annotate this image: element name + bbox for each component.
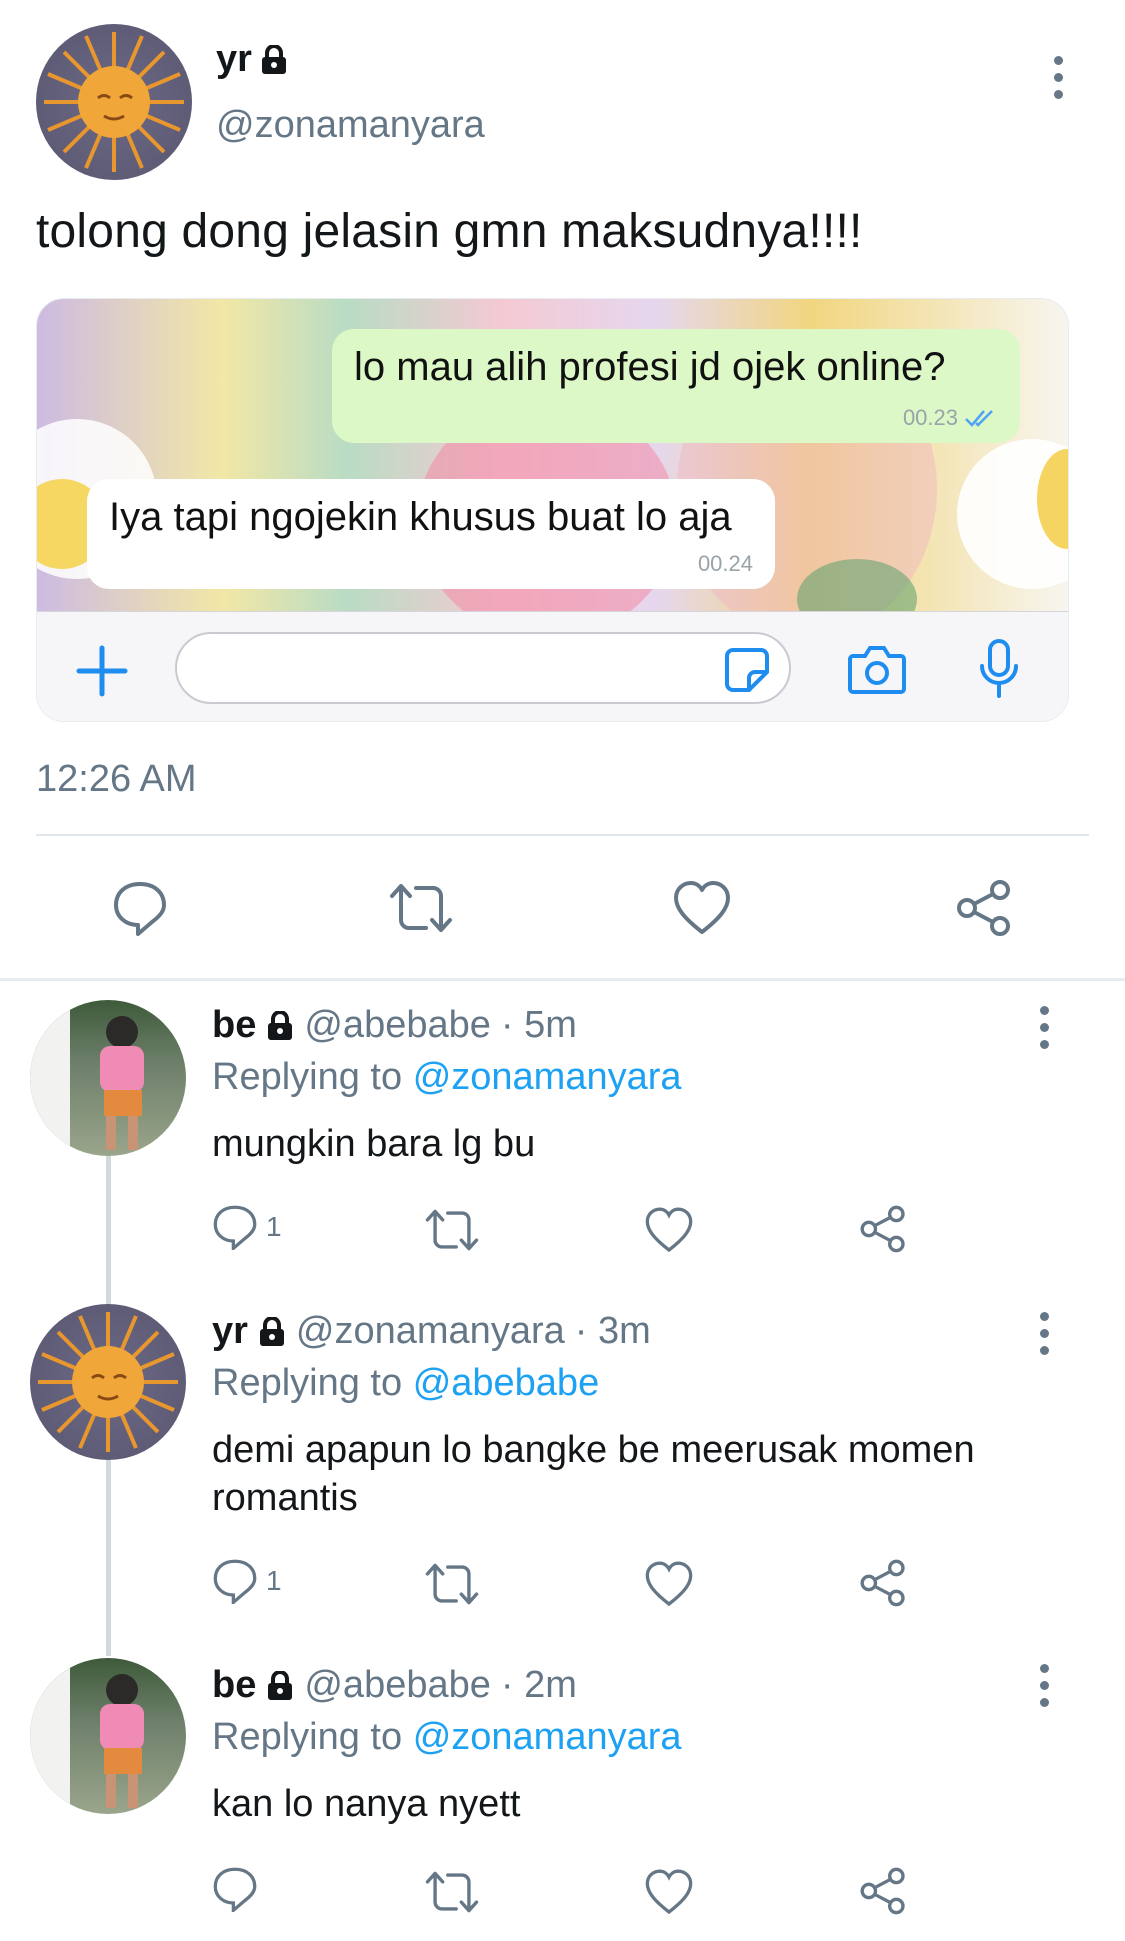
replying-to-label: Replying to [212,1716,403,1758]
reply-author-handle[interactable]: @abebabe [304,1004,491,1047]
timestamp-divider [36,834,1089,836]
share-icon[interactable] [858,1558,908,1608]
author-handle[interactable]: @zonamanyara [216,104,485,147]
share-icon[interactable] [954,878,1014,938]
replying-to-line: Replying to @zonamanyara [212,1716,682,1759]
replying-to-label: Replying to [212,1056,403,1098]
chat-bubble-outgoing: lo mau alih profesi jd ojek online? 00.2… [332,329,1020,443]
like-icon[interactable] [644,1560,694,1608]
reply-time: · 3m [574,1310,651,1352]
reply-author-handle[interactable]: @abebabe [304,1664,491,1707]
lock-icon [261,44,286,74]
author-avatar[interactable] [36,24,192,180]
replying-to-label: Replying to [212,1362,403,1404]
reply-author-name[interactable]: be [212,1664,256,1707]
reply-icon[interactable] [212,1866,258,1912]
retweet-icon[interactable] [424,1870,480,1914]
chat-wallpaper: lo mau alih profesi jd ojek online? 00.2… [37,299,1068,611]
more-options-icon[interactable] [1040,1664,1052,1715]
lock-icon [268,1010,293,1040]
person-photo [30,1000,144,1156]
thread-divider [0,978,1125,981]
reply-action[interactable]: 1 [212,1204,282,1250]
retweet-icon[interactable] [424,1562,480,1606]
chat-bubble-incoming-text: Iya tapi ngojekin khusus buat lo aja [109,495,732,539]
reply-text: kan lo nanya nyett [212,1783,521,1825]
reply-count: 1 [266,1565,282,1596]
more-options-icon[interactable] [1040,1312,1052,1363]
chat-bubble-incoming: Iya tapi ngojekin khusus buat lo aja 00.… [87,479,775,589]
reply-author-name[interactable]: yr [212,1310,248,1353]
author-name-row: yr [216,38,288,81]
reply-header: be @abebabe · 5m [212,1004,577,1047]
tweet-text: tolong dong jelasin gmn maksudnya!!!! [36,205,863,258]
sun-avatar-image [38,1312,178,1452]
reply-author-handle[interactable]: @zonamanyara [296,1310,565,1353]
reply-text: demi apapun lo bangke be meerusak momen … [212,1429,975,1519]
share-icon[interactable] [858,1204,908,1254]
chat-bubble-outgoing-text: lo mau alih profesi jd ojek online? [354,345,946,389]
microphone-icon [980,639,1018,698]
read-receipt-icon [965,410,993,427]
replying-to-handle[interactable]: @abebabe [413,1362,600,1404]
reply-icon[interactable] [212,1558,258,1604]
tweet-media-image[interactable]: lo mau alih profesi jd ojek online? 00.2… [36,298,1069,722]
reply-action[interactable]: 1 [212,1558,282,1604]
reply-icon[interactable] [112,880,168,936]
more-options-icon[interactable] [1054,56,1066,107]
sun-avatar-image [44,32,184,172]
more-options-icon[interactable] [1040,1006,1052,1057]
replying-to-handle[interactable]: @zonamanyara [413,1716,682,1758]
replying-to-line: Replying to @zonamanyara [212,1056,682,1099]
tweet-timestamp: 12:26 AM [36,758,197,800]
camera-icon [848,646,906,694]
reply-avatar[interactable] [30,1000,186,1156]
person-photo [30,1658,144,1814]
retweet-icon[interactable] [424,1208,480,1252]
author-name[interactable]: yr [216,38,252,81]
reply-author-name[interactable]: be [212,1004,256,1047]
reply-action[interactable] [212,1866,266,1912]
reply-count: 1 [266,1211,282,1242]
like-icon[interactable] [672,880,732,936]
reply-avatar[interactable] [30,1658,186,1814]
chat-bubble-outgoing-time: 00.23 [902,405,958,430]
lock-icon [268,1670,293,1700]
thread-connector [106,1150,111,1310]
thread-connector [106,1456,111,1656]
chat-message-input [175,632,791,704]
chat-bubble-incoming-time: 00.24 [697,551,753,576]
chat-composer-bar [37,611,1068,721]
reply-time: · 5m [500,1004,577,1046]
plus-icon [76,645,128,697]
reply-time: · 2m [500,1664,577,1706]
share-icon[interactable] [858,1866,908,1916]
reply-avatar[interactable] [30,1304,186,1460]
sticker-icon [725,648,769,692]
retweet-icon[interactable] [388,882,454,934]
like-icon[interactable] [644,1868,694,1916]
replying-to-line: Replying to @abebabe [212,1362,599,1405]
reply-header: yr @zonamanyara · 3m [212,1310,651,1353]
reply-text: mungkin bara lg bu [212,1123,536,1165]
lock-icon [259,1316,284,1346]
reply-header: be @abebabe · 2m [212,1664,577,1707]
reply-icon[interactable] [212,1204,258,1250]
replying-to-handle[interactable]: @zonamanyara [413,1056,682,1098]
like-icon[interactable] [644,1206,694,1254]
